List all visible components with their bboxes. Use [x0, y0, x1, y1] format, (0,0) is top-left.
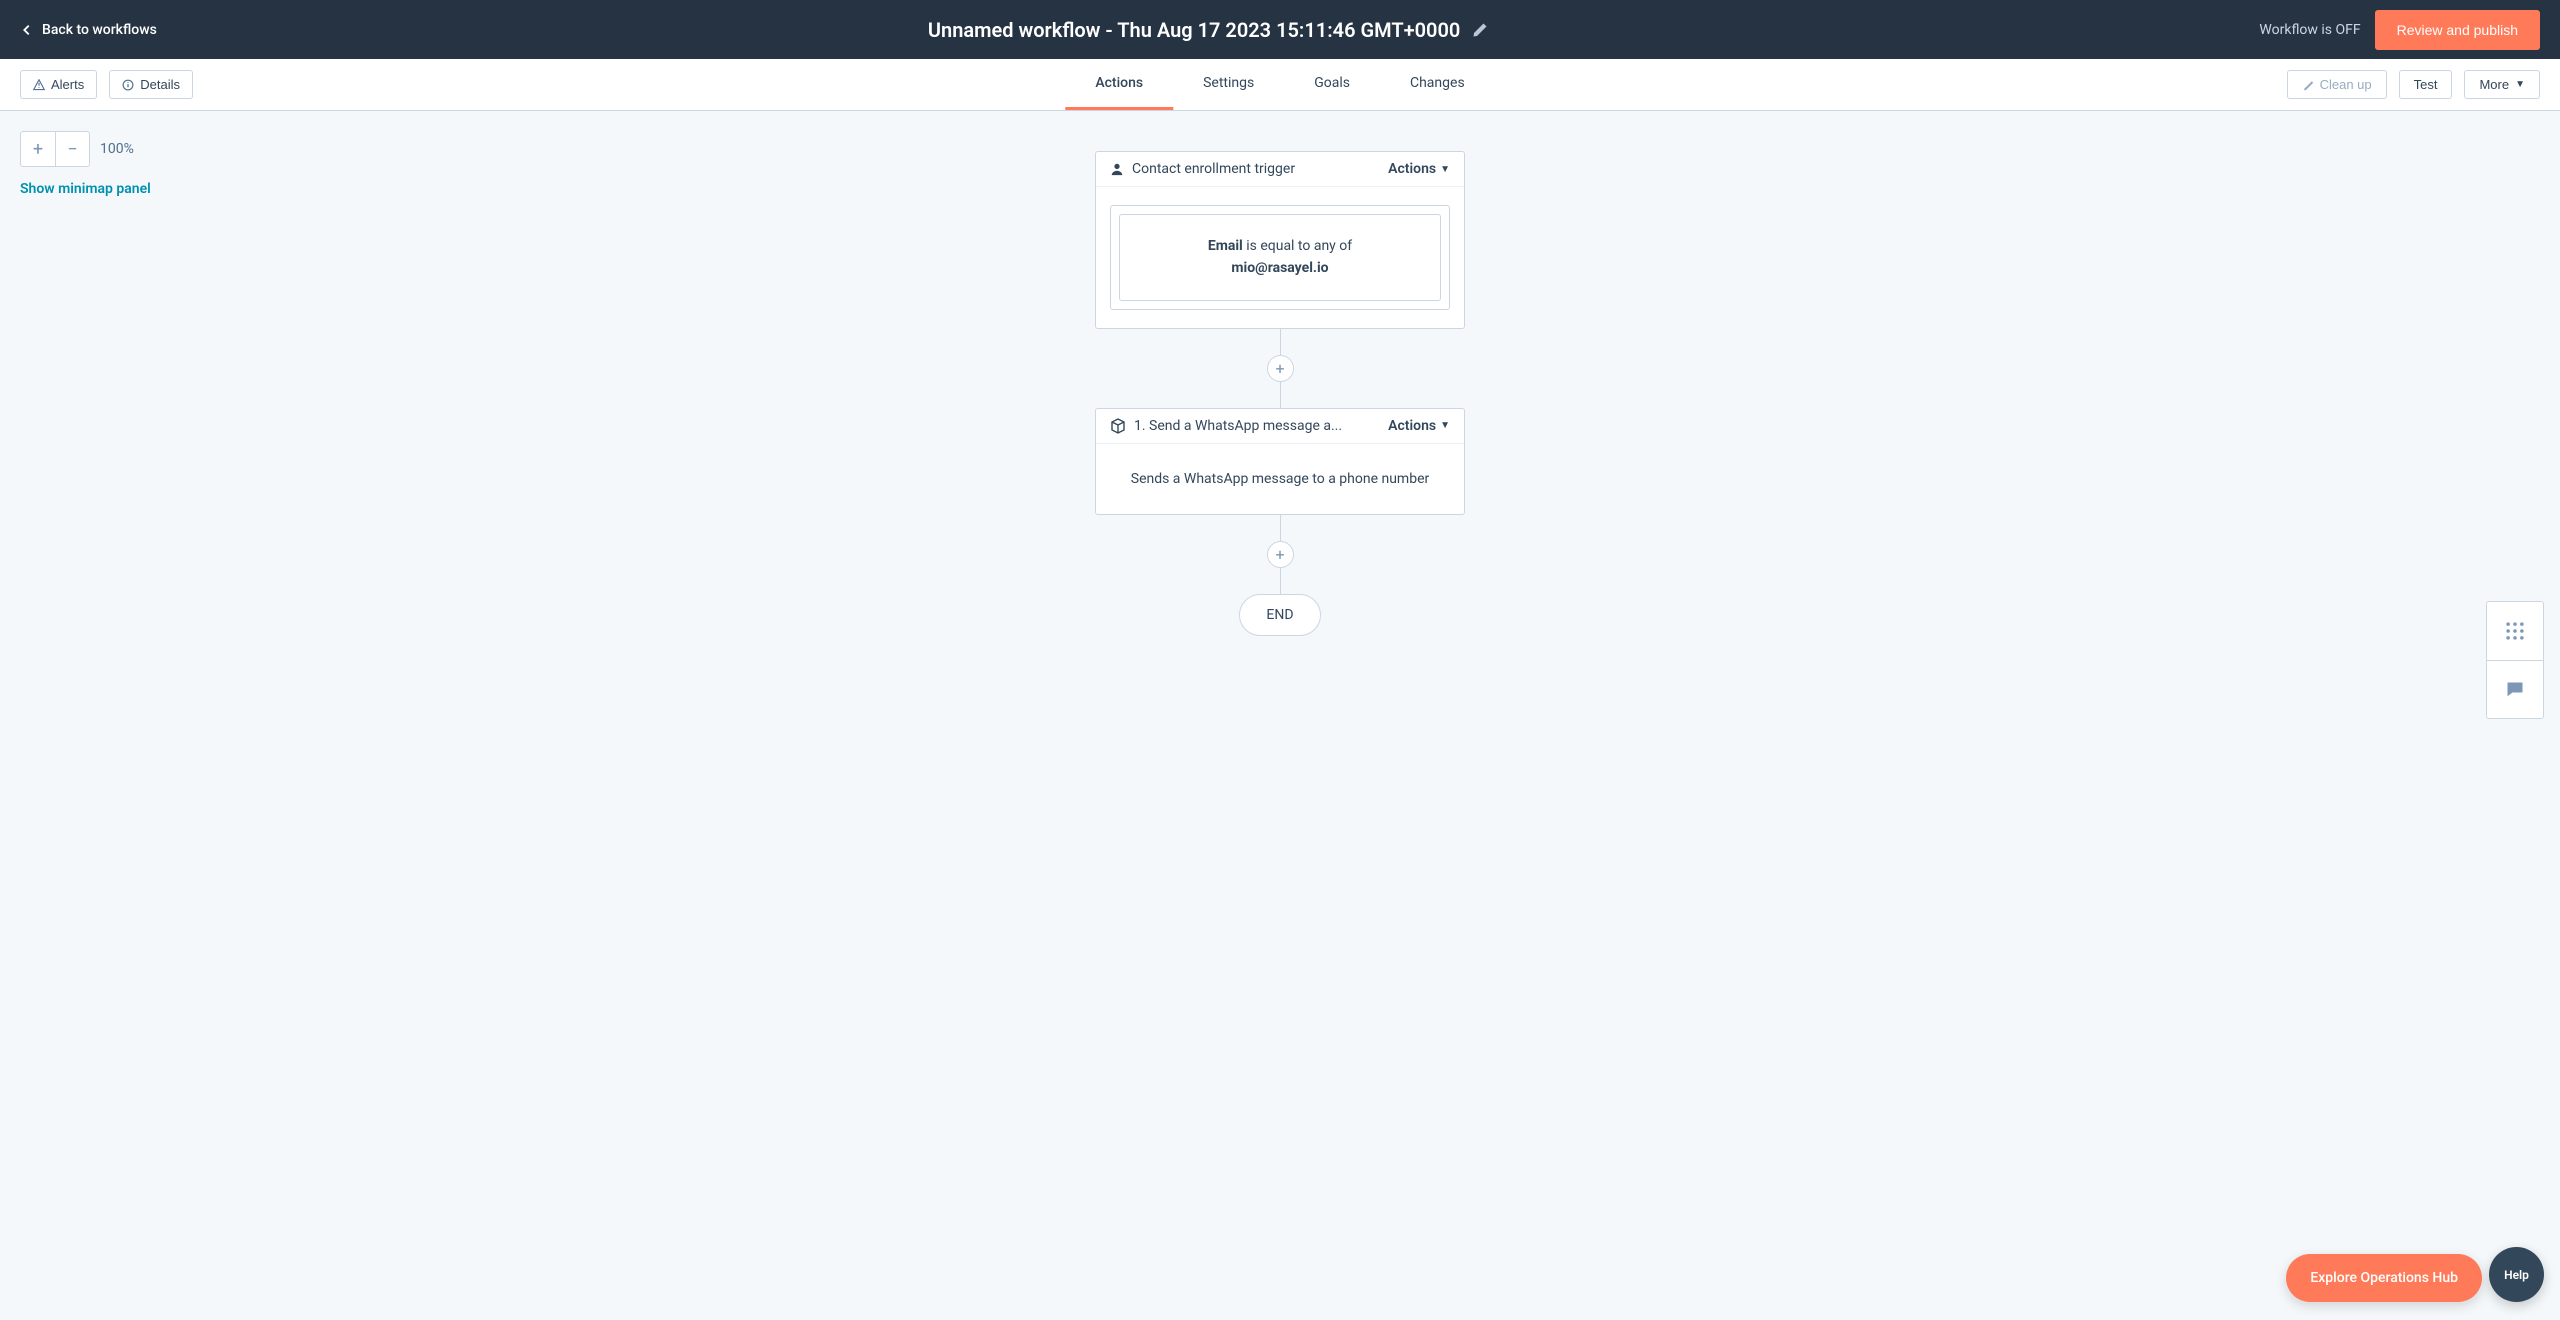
trigger-card-body: Email is equal to any of mio@rasayel.io — [1096, 187, 1464, 328]
grid-icon — [2504, 620, 2526, 642]
main-tabs: Actions Settings Goals Changes — [1065, 59, 1494, 110]
workflow-status: Workflow is OFF — [2259, 22, 2360, 38]
more-label: More — [2479, 77, 2509, 92]
criteria-value: mio@rasayel.io — [1231, 260, 1328, 276]
connector-line — [1280, 329, 1281, 355]
back-to-workflows-link[interactable]: Back to workflows — [20, 22, 157, 38]
cleanup-button[interactable]: Clean up — [2287, 70, 2387, 99]
trigger-card-header: Contact enrollment trigger Actions ▼ — [1096, 152, 1464, 187]
trigger-actions-dropdown[interactable]: Actions ▼ — [1388, 161, 1450, 177]
trigger-actions-label: Actions — [1388, 161, 1436, 177]
more-button[interactable]: More ▼ — [2464, 70, 2540, 99]
action-description: Sends a WhatsApp message to a phone numb… — [1110, 462, 1450, 496]
right-rail — [2486, 601, 2544, 719]
cube-icon — [1110, 418, 1126, 434]
end-node: END — [1239, 594, 1320, 636]
zoom-out-button[interactable]: − — [55, 132, 89, 166]
warning-icon — [33, 79, 45, 91]
help-button[interactable]: Help — [2489, 1247, 2544, 1302]
caret-down-icon: ▼ — [1440, 420, 1450, 431]
zoom-button-group: + − — [20, 131, 90, 167]
workflow-title: Unnamed workflow - Thu Aug 17 2023 15:11… — [928, 18, 1460, 42]
action-title: 1. Send a WhatsApp message a... — [1134, 418, 1342, 434]
subbar-left: Alerts Details — [20, 70, 193, 99]
header-right: Workflow is OFF Review and publish — [2259, 10, 2540, 50]
details-label: Details — [140, 77, 180, 92]
zoom-controls: + − 100% — [20, 131, 151, 167]
review-publish-button[interactable]: Review and publish — [2375, 10, 2540, 50]
broom-icon — [2302, 79, 2314, 91]
tab-goals[interactable]: Goals — [1284, 59, 1380, 110]
subbar-right: Clean up Test More ▼ — [2287, 70, 2540, 99]
zoom-in-button[interactable]: + — [21, 132, 55, 166]
explore-ops-hub-button[interactable]: Explore Operations Hub — [2286, 1254, 2482, 1302]
enrollment-trigger-card[interactable]: Contact enrollment trigger Actions ▼ Ema… — [1095, 151, 1465, 329]
action-actions-label: Actions — [1388, 418, 1436, 434]
caret-down-icon: ▼ — [2515, 79, 2525, 90]
criteria-field: Email — [1208, 238, 1243, 254]
tab-changes[interactable]: Changes — [1380, 59, 1495, 110]
criteria-group[interactable]: Email is equal to any of mio@rasayel.io — [1110, 205, 1450, 310]
contact-icon — [1110, 162, 1124, 176]
details-button[interactable]: Details — [109, 70, 193, 99]
caret-down-icon: ▼ — [1440, 164, 1450, 175]
header-center: Unnamed workflow - Thu Aug 17 2023 15:11… — [928, 18, 1488, 42]
workflow-canvas[interactable]: + − 100% Show minimap panel Contact enro… — [0, 111, 2560, 1320]
connector-line — [1280, 515, 1281, 541]
canvas-controls: + − 100% Show minimap panel — [20, 131, 151, 197]
add-action-button[interactable]: + — [1267, 541, 1294, 568]
alerts-button[interactable]: Alerts — [20, 70, 97, 99]
add-action-button[interactable]: + — [1267, 355, 1294, 382]
alerts-label: Alerts — [51, 77, 84, 92]
workflow-flow: Contact enrollment trigger Actions ▼ Ema… — [1095, 151, 1465, 636]
tab-actions[interactable]: Actions — [1065, 59, 1173, 110]
criteria-item[interactable]: Email is equal to any of mio@rasayel.io — [1119, 214, 1441, 301]
test-button[interactable]: Test — [2399, 70, 2453, 99]
action-actions-dropdown[interactable]: Actions ▼ — [1388, 418, 1450, 434]
app-header: Back to workflows Unnamed workflow - Thu… — [0, 0, 2560, 59]
connector-line — [1280, 382, 1281, 408]
back-label: Back to workflows — [42, 22, 157, 38]
grid-view-button[interactable] — [2487, 602, 2543, 660]
show-minimap-link[interactable]: Show minimap panel — [20, 181, 151, 197]
action-card-body: Sends a WhatsApp message to a phone numb… — [1096, 444, 1464, 514]
chat-icon — [2505, 680, 2525, 700]
action-card-1[interactable]: 1. Send a WhatsApp message a... Actions … — [1095, 408, 1465, 515]
sub-toolbar: Alerts Details Actions Settings Goals Ch… — [0, 59, 2560, 111]
cleanup-label: Clean up — [2320, 77, 2372, 92]
pencil-icon[interactable] — [1472, 22, 1488, 38]
trigger-title: Contact enrollment trigger — [1132, 161, 1295, 177]
comments-button[interactable] — [2487, 660, 2543, 718]
zoom-level: 100% — [100, 141, 134, 157]
action-card-header: 1. Send a WhatsApp message a... Actions … — [1096, 409, 1464, 444]
tab-settings[interactable]: Settings — [1173, 59, 1284, 110]
connector-line — [1280, 568, 1281, 594]
info-icon — [122, 79, 134, 91]
criteria-operator: is equal to any of — [1243, 238, 1352, 254]
chevron-left-icon — [20, 23, 34, 37]
